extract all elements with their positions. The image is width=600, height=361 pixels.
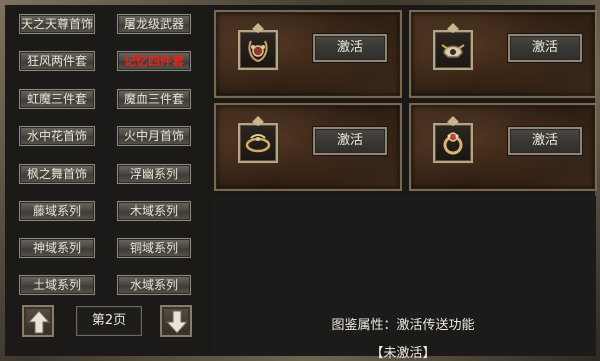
helmet-icon xyxy=(441,44,465,58)
equipment-slot: 激活 xyxy=(214,103,402,191)
set-button[interactable]: 土域系列 xyxy=(18,274,96,296)
set-button[interactable]: 藤域系列 xyxy=(18,200,96,222)
activate-button[interactable]: 激活 xyxy=(507,33,583,63)
set-button[interactable]: 火中月首饰 xyxy=(116,125,192,147)
item-frame[interactable] xyxy=(433,116,473,163)
frame-ornament-icon xyxy=(447,116,459,126)
equipment-slot: 激活 xyxy=(214,10,402,98)
frame-ornament-icon xyxy=(252,116,264,126)
attribute-description: 图鉴属性：激活传送功能 xyxy=(331,318,475,333)
set-button[interactable]: 水中花首饰 xyxy=(18,125,96,147)
set-button[interactable]: 枫之舞首饰 xyxy=(18,163,96,185)
set-button[interactable]: 木域系列 xyxy=(116,200,192,222)
arrow-down-icon xyxy=(166,310,188,334)
set-button[interactable]: 屠龙级武器 xyxy=(116,13,192,35)
page-indicator: 第2页 xyxy=(76,306,142,336)
set-button[interactable]: 虹魔三件套 xyxy=(18,88,96,110)
ring-icon xyxy=(443,132,463,155)
equipment-slot: 激活 xyxy=(409,103,597,191)
set-button[interactable]: 神域系列 xyxy=(18,237,96,259)
necklace-icon xyxy=(248,40,268,63)
item-frame[interactable] xyxy=(433,23,473,70)
arrow-up-icon xyxy=(28,310,50,334)
activate-button[interactable]: 激活 xyxy=(312,33,388,63)
activate-button[interactable]: 激活 xyxy=(312,126,388,156)
item-frame[interactable] xyxy=(238,116,278,163)
page-down-button[interactable] xyxy=(159,304,193,338)
page-up-button[interactable] xyxy=(21,304,55,338)
set-button[interactable]: 狂风两件套 xyxy=(18,50,96,72)
set-button[interactable]: 魔血三件套 xyxy=(116,88,192,110)
set-button[interactable]: 天之天尊首饰 xyxy=(18,13,96,35)
equipment-slot: 激活 xyxy=(409,10,597,98)
frame-ornament-icon xyxy=(447,23,459,33)
bracelet-icon xyxy=(245,134,271,153)
set-button[interactable]: 浮幽系列 xyxy=(116,163,192,185)
set-button[interactable]: 铜域系列 xyxy=(116,237,192,259)
frame-ornament-icon xyxy=(252,23,264,33)
activate-button[interactable]: 激活 xyxy=(507,126,583,156)
item-frame[interactable] xyxy=(238,23,278,70)
set-button[interactable]: 水域系列 xyxy=(116,274,192,296)
set-button-selected[interactable]: 记忆四件套 xyxy=(116,50,192,72)
activation-status: 【未激活】 xyxy=(370,346,436,361)
